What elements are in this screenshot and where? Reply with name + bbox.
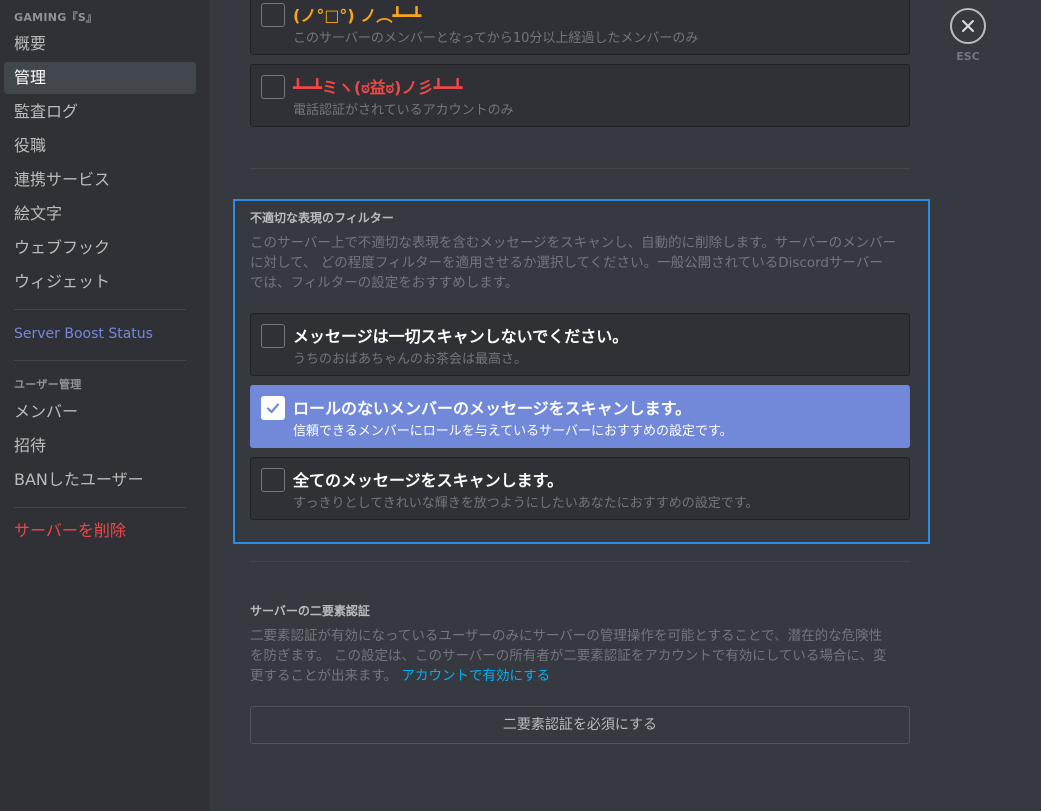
user-management-header: ユーザー管理: [14, 378, 82, 391]
checkbox-checked[interactable]: [261, 396, 285, 420]
sidebar-separator: [14, 507, 186, 508]
close-icon: [962, 20, 974, 32]
sidebar-separator: [14, 309, 186, 310]
option-description: すっきりとしてきれいな輝きを放つようにしたいあなたにおすすめの設定です。: [293, 496, 759, 511]
checkbox[interactable]: [261, 3, 285, 27]
require-2fa-button[interactable]: 二要素認証を必須にする: [250, 706, 910, 744]
option-title: ┻━┻ミヽ(ಠ益ಠ)ノ彡┻━┻: [293, 78, 463, 97]
description-line: に対して、 どの程度フィルターを適用させるか選択してください。一般公開されている…: [250, 255, 883, 271]
section-divider: [250, 168, 910, 169]
sidebar-item-widget[interactable]: ウィジェット: [4, 266, 196, 298]
sidebar-item-emoji[interactable]: 絵文字: [4, 198, 196, 230]
sidebar-item-invites[interactable]: 招待: [4, 430, 196, 462]
option-description: このサーバーのメンバーとなってから10分以上経過したメンバーのみ: [293, 31, 699, 46]
esc-label: ESC: [956, 50, 980, 63]
verification-option-highest[interactable]: ┻━┻ミヽ(ಠ益ಠ)ノ彡┻━┻ 電話認証がされているアカウントのみ: [250, 64, 910, 127]
option-description: うちのおばあちゃんのお茶会は最高さ。: [293, 352, 528, 367]
filter-option-disabled[interactable]: メッセージは一切スキャンしないでください。 うちのおばあちゃんのお茶会は最高さ。: [250, 313, 910, 376]
sidebar-item-bans[interactable]: BANしたユーザー: [4, 464, 196, 496]
twofa-description: 二要素認証が有効になっているユーザーのみにサーバーの管理操作を可能とすることで、…: [250, 626, 912, 686]
close-button[interactable]: [950, 8, 986, 44]
sidebar-item-members[interactable]: メンバー: [4, 396, 196, 428]
sidebar-item-roles[interactable]: 役職: [4, 130, 196, 162]
sidebar-item-overview[interactable]: 概要: [4, 28, 196, 60]
settings-sidebar: GAMING『S』 概要 管理 監査ログ 役職 連携サービス 絵文字 ウェブフッ…: [0, 0, 210, 811]
option-title: メッセージは一切スキャンしないでください。: [293, 327, 629, 346]
sidebar-item-integrations[interactable]: 連携サービス: [4, 164, 196, 196]
checkbox[interactable]: [261, 324, 285, 348]
sidebar-item-delete-server[interactable]: サーバーを削除: [4, 515, 196, 547]
checkmark-icon: [266, 403, 280, 414]
sidebar-separator: [14, 360, 186, 361]
twofa-heading: サーバーの二要素認証: [250, 604, 370, 618]
content-filter-heading: 不適切な表現のフィルター: [250, 211, 394, 225]
option-title: (ノ°□°) ノ︵┻━┻: [293, 6, 422, 25]
sidebar-item-moderation[interactable]: 管理: [4, 62, 196, 94]
filter-option-all-members[interactable]: 全てのメッセージをスキャンします。 すっきりとしてきれいな輝きを放つようにしたい…: [250, 457, 910, 520]
option-title: 全てのメッセージをスキャンします。: [293, 471, 564, 490]
checkbox[interactable]: [261, 75, 285, 99]
server-name-header: GAMING『S』: [14, 11, 98, 24]
section-divider: [250, 561, 910, 562]
description-line: 二要素認証が有効になっているユーザーのみにサーバーの管理操作を可能とすることで、…: [250, 628, 883, 644]
content-filter-description: このサーバー上で不適切な表現を含むメッセージをスキャンし、自動的に削除します。サ…: [250, 233, 912, 293]
sidebar-item-server-boost[interactable]: Server Boost Status: [4, 318, 196, 350]
description-line: このサーバー上で不適切な表現を含むメッセージをスキャンし、自動的に削除します。サ…: [250, 235, 897, 251]
option-description: 電話認証がされているアカウントのみ: [293, 103, 514, 118]
description-line: では、フィルターの設定をおすすめします。: [250, 275, 519, 291]
description-line: を防ぎます。 この設定は、このサーバーの所有者が二要素認証をアカウントで有効にし…: [250, 648, 887, 664]
checkbox[interactable]: [261, 468, 285, 492]
description-text: 更することが出来ます。: [250, 668, 398, 684]
sidebar-item-webhooks[interactable]: ウェブフック: [4, 232, 196, 264]
description-line: 更することが出来ます。 アカウントで有効にする: [250, 666, 912, 686]
verification-option-high[interactable]: (ノ°□°) ノ︵┻━┻ このサーバーのメンバーとなってから10分以上経過したメ…: [250, 0, 910, 55]
sidebar-item-audit-log[interactable]: 監査ログ: [4, 96, 196, 128]
enable-on-account-link[interactable]: アカウントで有効にする: [401, 668, 550, 684]
option-title: ロールのないメンバーのメッセージをスキャンします。: [293, 399, 692, 418]
option-description: 信頼できるメンバーにロールを与えているサーバーにおすすめの設定です。: [293, 424, 733, 439]
filter-option-members-without-roles[interactable]: ロールのないメンバーのメッセージをスキャンします。 信頼できるメンバーにロールを…: [250, 385, 910, 448]
